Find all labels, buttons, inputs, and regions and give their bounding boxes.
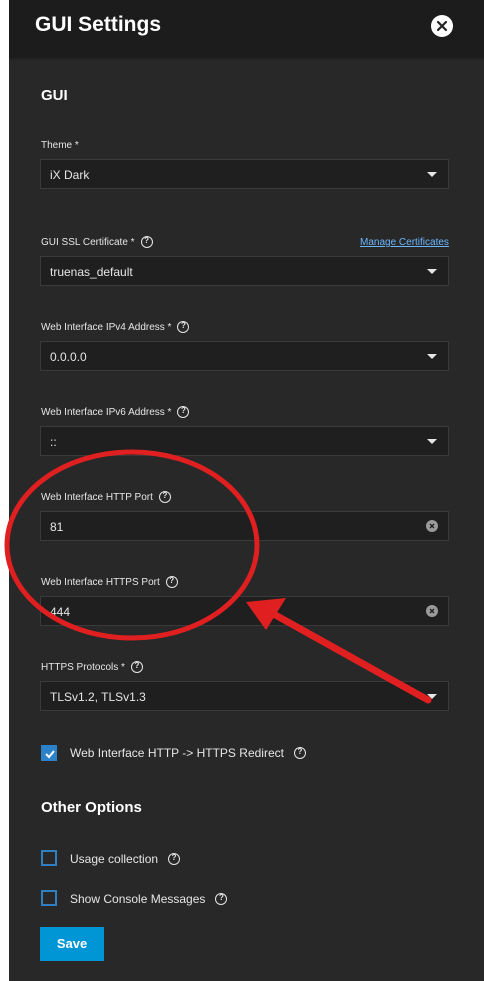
ssl-cert-select[interactable]: truenas_default bbox=[40, 256, 449, 286]
redirect-checkbox[interactable] bbox=[41, 745, 57, 761]
help-icon[interactable]: ? bbox=[165, 576, 178, 588]
ipv4-select[interactable]: 0.0.0.0 bbox=[40, 341, 449, 371]
ipv6-value: :: bbox=[50, 435, 57, 449]
theme-select[interactable]: iX Dark bbox=[40, 159, 449, 189]
console-messages-label: Show Console Messages ? bbox=[70, 892, 228, 906]
section-title-gui: GUI bbox=[41, 87, 68, 104]
chevron-down-icon bbox=[427, 439, 437, 444]
usage-collection-label: Usage collection ? bbox=[70, 852, 181, 866]
help-icon[interactable]: ? bbox=[140, 236, 153, 248]
https-port-value: 444 bbox=[50, 605, 71, 619]
panel-header: GUI Settings bbox=[9, 0, 484, 58]
redirect-label: Web Interface HTTP -> HTTPS Redirect ? bbox=[70, 746, 306, 760]
usage-collection-checkbox[interactable] bbox=[41, 850, 57, 866]
chevron-down-icon bbox=[427, 269, 437, 274]
help-icon[interactable]: ? bbox=[130, 661, 143, 673]
http-port-input[interactable]: 81 bbox=[40, 511, 449, 541]
https-protocols-select[interactable]: TLSv1.2, TLSv1.3 bbox=[40, 681, 449, 711]
chevron-down-icon bbox=[427, 172, 437, 177]
save-button[interactable]: Save bbox=[40, 927, 104, 961]
https-port-label: Web Interface HTTPS Port ? bbox=[41, 576, 178, 588]
ipv4-value: 0.0.0.0 bbox=[50, 350, 87, 364]
ipv4-label: Web Interface IPv4 Address * ? bbox=[41, 321, 190, 333]
https-protocols-value: TLSv1.2, TLSv1.3 bbox=[50, 690, 146, 704]
help-icon[interactable]: ? bbox=[158, 491, 171, 503]
theme-label-text: Theme * bbox=[41, 140, 79, 151]
help-icon[interactable]: ? bbox=[177, 406, 190, 418]
close-button[interactable] bbox=[431, 15, 453, 37]
http-port-value: 81 bbox=[50, 520, 64, 534]
ssl-cert-label: GUI SSL Certificate * ? bbox=[41, 236, 153, 248]
redirect-label-text: Web Interface HTTP -> HTTPS Redirect bbox=[70, 746, 284, 760]
clear-icon[interactable] bbox=[426, 605, 438, 617]
ipv6-label: Web Interface IPv6 Address * ? bbox=[41, 406, 190, 418]
http-port-label: Web Interface HTTP Port ? bbox=[41, 491, 171, 503]
ssl-cert-value: truenas_default bbox=[50, 265, 133, 279]
ipv6-select[interactable]: :: bbox=[40, 426, 449, 456]
console-messages-checkbox[interactable] bbox=[41, 890, 57, 906]
help-icon[interactable]: ? bbox=[168, 853, 181, 865]
section-title-other-options: Other Options bbox=[41, 799, 142, 816]
ipv4-label-text: Web Interface IPv4 Address * bbox=[41, 321, 172, 333]
console-messages-label-text: Show Console Messages bbox=[70, 892, 206, 906]
https-protocols-label: HTTPS Protocols * ? bbox=[41, 661, 143, 673]
https-port-input[interactable]: 444 bbox=[40, 596, 449, 626]
checkmark-icon bbox=[45, 750, 55, 759]
theme-label: Theme * bbox=[41, 140, 79, 151]
ssl-cert-label-text: GUI SSL Certificate * bbox=[41, 236, 135, 248]
theme-value: iX Dark bbox=[50, 168, 90, 182]
help-icon[interactable]: ? bbox=[293, 747, 306, 759]
http-port-label-text: Web Interface HTTP Port bbox=[41, 491, 153, 503]
https-port-label-text: Web Interface HTTPS Port bbox=[41, 576, 160, 588]
page-title: GUI Settings bbox=[35, 13, 162, 36]
chevron-down-icon bbox=[427, 694, 437, 699]
help-icon[interactable]: ? bbox=[215, 893, 228, 905]
usage-collection-label-text: Usage collection bbox=[70, 852, 159, 866]
help-icon[interactable]: ? bbox=[177, 321, 190, 333]
close-icon bbox=[436, 20, 448, 32]
clear-icon[interactable] bbox=[426, 520, 438, 532]
https-protocols-label-text: HTTPS Protocols * bbox=[41, 661, 125, 673]
ipv6-label-text: Web Interface IPv6 Address * bbox=[41, 406, 172, 418]
chevron-down-icon bbox=[427, 354, 437, 359]
manage-certificates-link[interactable]: Manage Certificates bbox=[360, 237, 449, 248]
